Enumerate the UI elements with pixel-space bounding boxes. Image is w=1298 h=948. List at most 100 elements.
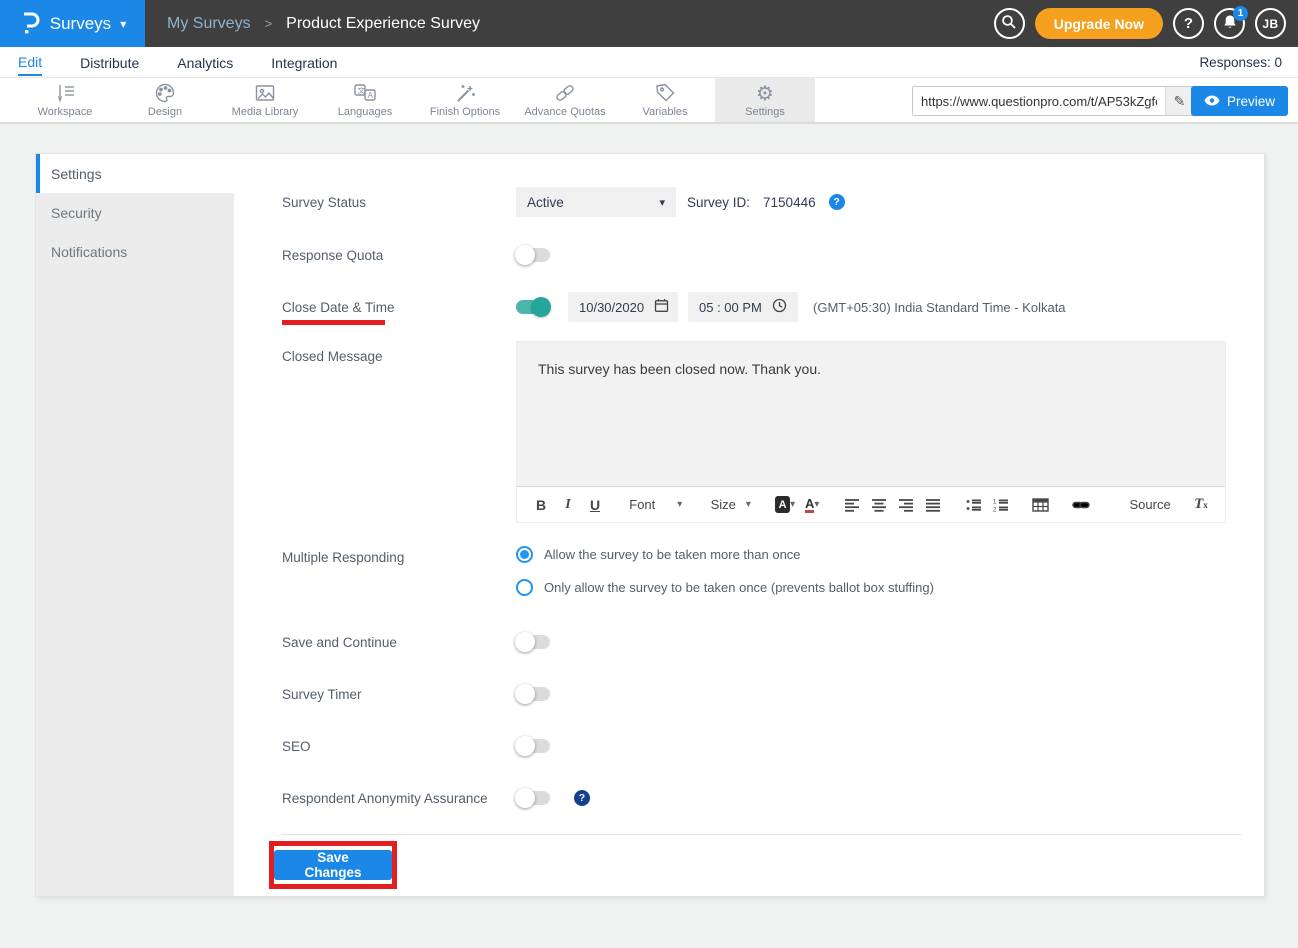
close-date-time-toggle[interactable] bbox=[516, 300, 550, 314]
radio-unselected-icon[interactable] bbox=[516, 579, 533, 596]
multiple-responding-option-1[interactable]: Allow the survey to be taken more than o… bbox=[516, 546, 801, 563]
bullet-list-icon bbox=[966, 498, 982, 512]
toggle-knob bbox=[531, 297, 551, 317]
pencil-icon: ✎ bbox=[1174, 93, 1186, 110]
bold-button[interactable]: B bbox=[531, 493, 551, 517]
translate-icon: 文A bbox=[352, 82, 378, 104]
app-logo-menu[interactable]: Surveys ▾ bbox=[0, 0, 145, 47]
edit-url-button[interactable]: ✎ bbox=[1165, 87, 1193, 115]
notifications-button[interactable]: 1 bbox=[1214, 8, 1245, 39]
upgrade-now-button[interactable]: Upgrade Now bbox=[1035, 8, 1163, 39]
user-avatar[interactable]: JB bbox=[1255, 8, 1286, 39]
response-quota-toggle[interactable] bbox=[516, 248, 550, 262]
survey-id-help-icon[interactable]: ? bbox=[829, 194, 845, 210]
seo-toggle[interactable] bbox=[516, 739, 550, 753]
survey-status-select[interactable]: Active ▾ bbox=[516, 187, 676, 217]
calendar-icon bbox=[654, 298, 669, 316]
text-color-button[interactable]: A ▾ bbox=[802, 493, 822, 517]
toggle-knob bbox=[515, 245, 535, 265]
multiple-responding-option-2-label: Only allow the survey to be taken once (… bbox=[544, 580, 934, 595]
tab-distribute[interactable]: Distribute bbox=[80, 50, 139, 75]
closed-message-textarea[interactable]: This survey has been closed now. Thank y… bbox=[517, 342, 1225, 486]
toolbar-item-settings[interactable]: ⚙ Settings bbox=[715, 78, 815, 122]
toolbar-item-media-library[interactable]: Media Library bbox=[215, 78, 315, 122]
font-select-label: Font bbox=[629, 497, 655, 512]
sidebar-item-settings[interactable]: Settings bbox=[36, 154, 234, 193]
source-button[interactable]: Source bbox=[1112, 497, 1171, 512]
underline-button[interactable]: U bbox=[585, 493, 605, 517]
align-right-button[interactable] bbox=[896, 493, 916, 517]
section-tabs: Edit Distribute Analytics Integration Re… bbox=[0, 47, 1298, 78]
align-left-button[interactable] bbox=[842, 493, 862, 517]
response-quota-row: Response Quota bbox=[234, 240, 1264, 270]
insert-table-button[interactable] bbox=[1031, 493, 1051, 517]
top-bar: Surveys ▾ My Surveys > Product Experienc… bbox=[0, 0, 1298, 47]
survey-status-label: Survey Status bbox=[282, 195, 366, 210]
annotation-rectangle: Save Changes bbox=[269, 841, 397, 889]
toolbar-item-variables[interactable]: Variables bbox=[615, 78, 715, 122]
anonymity-help-icon[interactable]: ? bbox=[574, 790, 590, 806]
close-date-time-controls: 10/30/2020 05 : 00 PM (GMT+05:30) India … bbox=[516, 292, 1066, 322]
close-date-value: 10/30/2020 bbox=[579, 300, 644, 315]
numbered-list-button[interactable]: 12 bbox=[991, 493, 1011, 517]
survey-timer-toggle[interactable] bbox=[516, 687, 550, 701]
toolbar-item-workspace[interactable]: Workspace bbox=[15, 78, 115, 122]
radio-selected-icon[interactable] bbox=[516, 546, 533, 563]
survey-url-input[interactable] bbox=[913, 87, 1165, 115]
survey-timer-controls bbox=[516, 687, 550, 701]
source-icon bbox=[1112, 497, 1125, 512]
close-date-time-row: Close Date & Time 10/30/2020 05 : 00 PM … bbox=[234, 292, 1264, 322]
page-title: Product Experience Survey bbox=[286, 15, 480, 33]
chevron-down-icon: ▾ bbox=[659, 196, 665, 209]
insert-link-button[interactable] bbox=[1071, 493, 1091, 517]
close-date-input[interactable]: 10/30/2020 bbox=[568, 292, 678, 322]
toolbar-item-design[interactable]: Design bbox=[115, 78, 215, 122]
breadcrumb: My Surveys > Product Experience Survey bbox=[167, 15, 480, 33]
closed-message-label: Closed Message bbox=[282, 349, 383, 364]
tab-analytics[interactable]: Analytics bbox=[177, 50, 233, 75]
save-and-continue-toggle[interactable] bbox=[516, 635, 550, 649]
anonymity-label: Respondent Anonymity Assurance bbox=[282, 791, 488, 806]
survey-timer-row: Survey Timer bbox=[234, 682, 1264, 706]
font-select[interactable]: Font ▾ bbox=[625, 497, 686, 512]
multiple-responding-option-1-label: Allow the survey to be taken more than o… bbox=[544, 547, 801, 562]
settings-sidebar: Settings Security Notifications bbox=[36, 154, 234, 896]
tab-integration[interactable]: Integration bbox=[271, 50, 337, 75]
multiple-responding-option-2[interactable]: Only allow the survey to be taken once (… bbox=[516, 579, 934, 596]
size-select[interactable]: Size ▾ bbox=[707, 497, 755, 512]
chevron-down-icon: ▾ bbox=[814, 499, 819, 510]
tab-edit[interactable]: Edit bbox=[18, 49, 42, 76]
seo-controls bbox=[516, 739, 550, 753]
form-divider bbox=[282, 834, 1241, 835]
editor-toolbar: B I U Font ▾ Size ▾ A ▾ bbox=[517, 486, 1225, 522]
align-center-button[interactable] bbox=[869, 493, 889, 517]
bullet-list-button[interactable] bbox=[964, 493, 984, 517]
save-and-continue-row: Save and Continue bbox=[234, 630, 1264, 654]
survey-id-label: Survey ID: bbox=[687, 195, 750, 210]
svg-text:2: 2 bbox=[993, 507, 997, 512]
toolbar-item-label: Variables bbox=[642, 106, 687, 118]
settings-form: Survey Status Active ▾ Survey ID: 715044… bbox=[234, 154, 1264, 896]
toolbar-item-finish-options[interactable]: Finish Options bbox=[415, 78, 515, 122]
close-time-input[interactable]: 05 : 00 PM bbox=[688, 292, 798, 322]
text-color-icon: A bbox=[805, 497, 814, 513]
background-color-icon: A bbox=[775, 496, 790, 513]
sidebar-item-notifications[interactable]: Notifications bbox=[36, 232, 234, 271]
preview-button[interactable]: Preview bbox=[1191, 86, 1288, 116]
toolbar-item-label: Advance Quotas bbox=[524, 106, 605, 118]
breadcrumb-my-surveys[interactable]: My Surveys bbox=[167, 15, 251, 33]
toolbar-item-advance-quotas[interactable]: Advance Quotas bbox=[515, 78, 615, 122]
align-center-icon bbox=[871, 498, 887, 512]
background-color-button[interactable]: A ▾ bbox=[775, 493, 795, 517]
toolbar-item-languages[interactable]: 文A Languages bbox=[315, 78, 415, 122]
search-button[interactable] bbox=[994, 8, 1025, 39]
italic-button[interactable]: I bbox=[558, 493, 578, 517]
anonymity-toggle[interactable] bbox=[516, 791, 550, 805]
remove-format-button[interactable]: Tx bbox=[1191, 493, 1211, 517]
save-and-continue-controls bbox=[516, 635, 550, 649]
help-button[interactable]: ? bbox=[1173, 8, 1204, 39]
justify-button[interactable] bbox=[923, 493, 943, 517]
response-quota-controls bbox=[516, 248, 550, 262]
sidebar-item-security[interactable]: Security bbox=[36, 193, 234, 232]
save-changes-button[interactable]: Save Changes bbox=[274, 850, 392, 880]
